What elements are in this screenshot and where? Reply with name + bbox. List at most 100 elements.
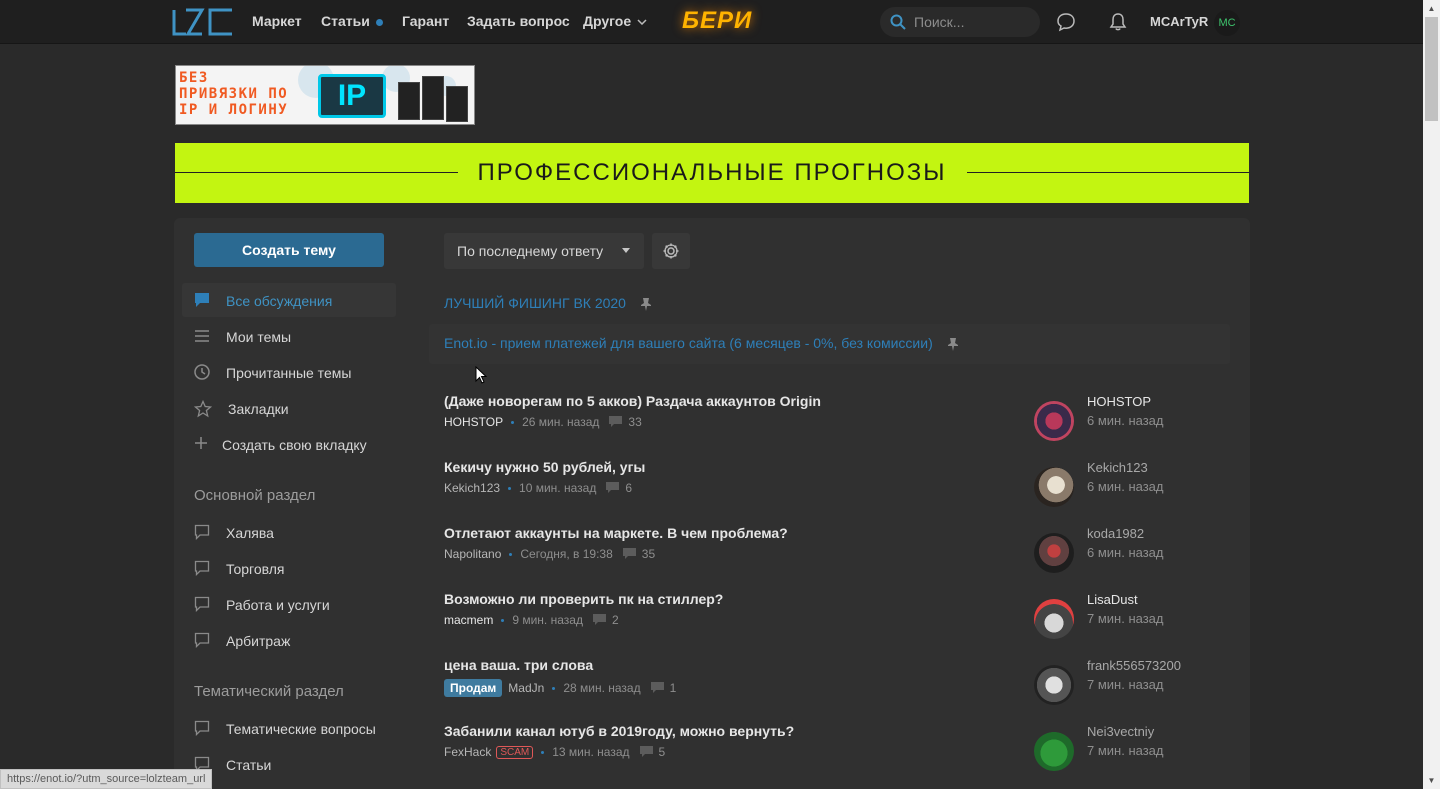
thread-author[interactable]: Napolitano: [444, 547, 501, 561]
thread-settings-button[interactable]: [652, 233, 690, 269]
thread-replies: 6: [625, 481, 633, 495]
thread-replies: 2: [611, 613, 619, 627]
last-poster-avatar[interactable]: [1034, 467, 1074, 507]
promo-link[interactable]: БЕРИ: [682, 7, 752, 35]
sidebar-forum-label: Работа и услуги: [226, 597, 330, 613]
thread-time: 28 мин. назад: [563, 681, 641, 695]
last-poster-avatar[interactable]: [1034, 401, 1074, 441]
ad-banner-forecasts[interactable]: ​ ПРОФЕССИОНАЛЬНЫЕ ПРОГНОЗЫ: [175, 143, 1249, 203]
sidebar-forum-label: Статьи: [226, 757, 272, 773]
last-poster-avatar[interactable]: [1034, 665, 1074, 705]
sidebar-forum-label: Арбитраж: [226, 633, 291, 649]
sticky-thread[interactable]: Enot.io - прием платежей для вашего сайт…: [444, 335, 959, 352]
last-poster-name[interactable]: HOHSTOP: [1087, 394, 1151, 409]
speech-bubble-icon: [194, 524, 210, 540]
ad-banner-ip[interactable]: БЕЗ ПРИВЯЗКИ ПО IP И ЛОГИНУ IP: [175, 65, 475, 125]
nav-market[interactable]: Маркет: [252, 13, 302, 29]
thread-author[interactable]: MadJn: [508, 681, 544, 695]
thread-meta: HOHSTOP 26 мин. назад 33: [444, 415, 642, 429]
replies-icon: [622, 548, 636, 559]
search-input[interactable]: [914, 7, 1034, 37]
search-icon: [890, 14, 906, 30]
thread-author[interactable]: HOHSTOP: [444, 415, 503, 429]
thread-meta: FexHack SCAM 13 мин. назад 5: [444, 745, 665, 759]
sidebar-section-main: Основной раздел: [194, 487, 316, 504]
last-post-time: 7 мин. назад: [1087, 743, 1164, 758]
thread-meta: Продам MadJn 28 мин. назад 1: [444, 679, 676, 697]
sort-order-select[interactable]: По последнему ответу: [444, 233, 644, 269]
prefix-tag-sell[interactable]: Продам: [444, 679, 503, 697]
last-poster-name[interactable]: Nei3vectniy: [1087, 724, 1154, 739]
ad-line-3: IP И ЛОГИНУ: [179, 102, 289, 118]
thread-row[interactable]: (Даже новорегам по 5 акков) Раздача акка…: [444, 393, 1234, 453]
speech-bubble-icon: [194, 720, 210, 736]
thread-row[interactable]: Отлетают аккаунты на маркете. В чем проб…: [444, 525, 1234, 585]
thread-time: Сегодня, в 19:38: [520, 547, 613, 561]
last-poster-avatar[interactable]: [1034, 533, 1074, 573]
last-poster-avatar[interactable]: [1034, 731, 1074, 771]
last-post-time: 6 мин. назад: [1087, 479, 1164, 494]
ad-ip-logo: IP: [318, 74, 386, 118]
new-indicator-dot: [375, 18, 383, 26]
separator-dot: [552, 686, 556, 690]
gear-icon: [663, 243, 679, 259]
ad-forecast-text-wrap: ПРОФЕССИОНАЛЬНЫЕ ПРОГНОЗЫ: [175, 159, 1249, 187]
scroll-up-arrow-icon[interactable]: ▲: [1423, 0, 1440, 17]
thread-row[interactable]: Кекичу нужно 50 рублей, угы Kekich123 10…: [444, 459, 1234, 519]
thread-title[interactable]: Забанили канал ютуб в 2019году, можно ве…: [444, 723, 794, 739]
nav-other-dropdown[interactable]: Другое: [583, 13, 647, 29]
ad-line-1: БЕЗ: [179, 70, 209, 86]
scrollbar-thumb[interactable]: [1425, 17, 1438, 121]
last-poster-name[interactable]: Kekich123: [1087, 460, 1148, 475]
nav-ask-question[interactable]: Задать вопрос: [467, 13, 570, 29]
thread-row[interactable]: Возможно ли проверить пк на стиллер? mac…: [444, 591, 1234, 651]
replies-icon: [606, 482, 620, 493]
last-poster-avatar[interactable]: [1034, 599, 1074, 639]
thread-author[interactable]: FexHack: [444, 745, 491, 759]
thread-row[interactable]: Забанили канал ютуб в 2019году, можно ве…: [444, 723, 1234, 783]
nav-articles-label: Статьи: [321, 13, 370, 29]
sidebar-forum-label: Торговля: [226, 561, 285, 577]
thread-replies: 1: [669, 681, 677, 695]
mouse-cursor-icon: [475, 366, 487, 384]
thread-author[interactable]: macmem: [444, 613, 493, 627]
sticky-thread-title: Enot.io - прием платежей для вашего сайт…: [444, 335, 933, 351]
search-box[interactable]: [880, 7, 1040, 37]
thread-title[interactable]: Кекичу нужно 50 рублей, угы: [444, 459, 645, 475]
server-rack-image: [398, 82, 420, 120]
messages-icon[interactable]: [1056, 12, 1076, 32]
user-avatar[interactable]: MC: [1214, 10, 1240, 36]
last-poster-name[interactable]: frank556573200: [1087, 658, 1181, 673]
thread-author[interactable]: Kekich123: [444, 481, 500, 495]
sticky-thread[interactable]: ЛУЧШИЙ ФИШИНГ ВК 2020: [444, 295, 652, 312]
sidebar-item-label: Прочитанные темы: [226, 365, 352, 381]
thread-row[interactable]: цена ваша. три слова Продам MadJn 28 мин…: [444, 657, 1234, 717]
username[interactable]: MCArTyR: [1150, 14, 1208, 29]
thread-meta: macmem 9 мин. назад 2: [444, 613, 619, 627]
replies-icon: [650, 682, 664, 693]
thread-title[interactable]: Отлетают аккаунты на маркете. В чем проб…: [444, 525, 788, 541]
thread-title[interactable]: цена ваша. три слова: [444, 657, 593, 673]
thread-replies: 35: [641, 547, 656, 561]
thread-title[interactable]: Возможно ли проверить пк на стиллер?: [444, 591, 723, 607]
status-bar-url: https://enot.io/?utm_source=lolzteam_url: [0, 769, 213, 789]
server-rack-image: [422, 76, 444, 120]
thread-title[interactable]: (Даже новорегам по 5 акков) Раздача акка…: [444, 393, 821, 409]
caret-down-icon: [622, 248, 630, 253]
replies-icon: [592, 614, 606, 625]
scam-badge: SCAM: [496, 745, 534, 759]
scroll-down-arrow-icon[interactable]: ▼: [1423, 772, 1440, 789]
speech-bubble-icon: [194, 560, 210, 576]
separator-dot: [509, 552, 513, 556]
nav-guarantor[interactable]: Гарант: [402, 13, 449, 29]
bell-icon[interactable]: [1108, 12, 1128, 32]
site-logo[interactable]: [172, 8, 234, 36]
last-poster-name[interactable]: LisaDust: [1087, 592, 1138, 607]
nav-articles[interactable]: Статьи: [321, 13, 383, 29]
page-scrollbar[interactable]: ▲ ▼: [1423, 0, 1440, 789]
separator-dot: [508, 486, 512, 490]
top-navbar: Маркет Статьи Гарант Задать вопрос Друго…: [0, 0, 1423, 44]
speech-bubble-icon: [194, 596, 210, 612]
last-poster-name[interactable]: koda1982: [1087, 526, 1144, 541]
create-thread-button[interactable]: Создать тему: [194, 233, 384, 267]
